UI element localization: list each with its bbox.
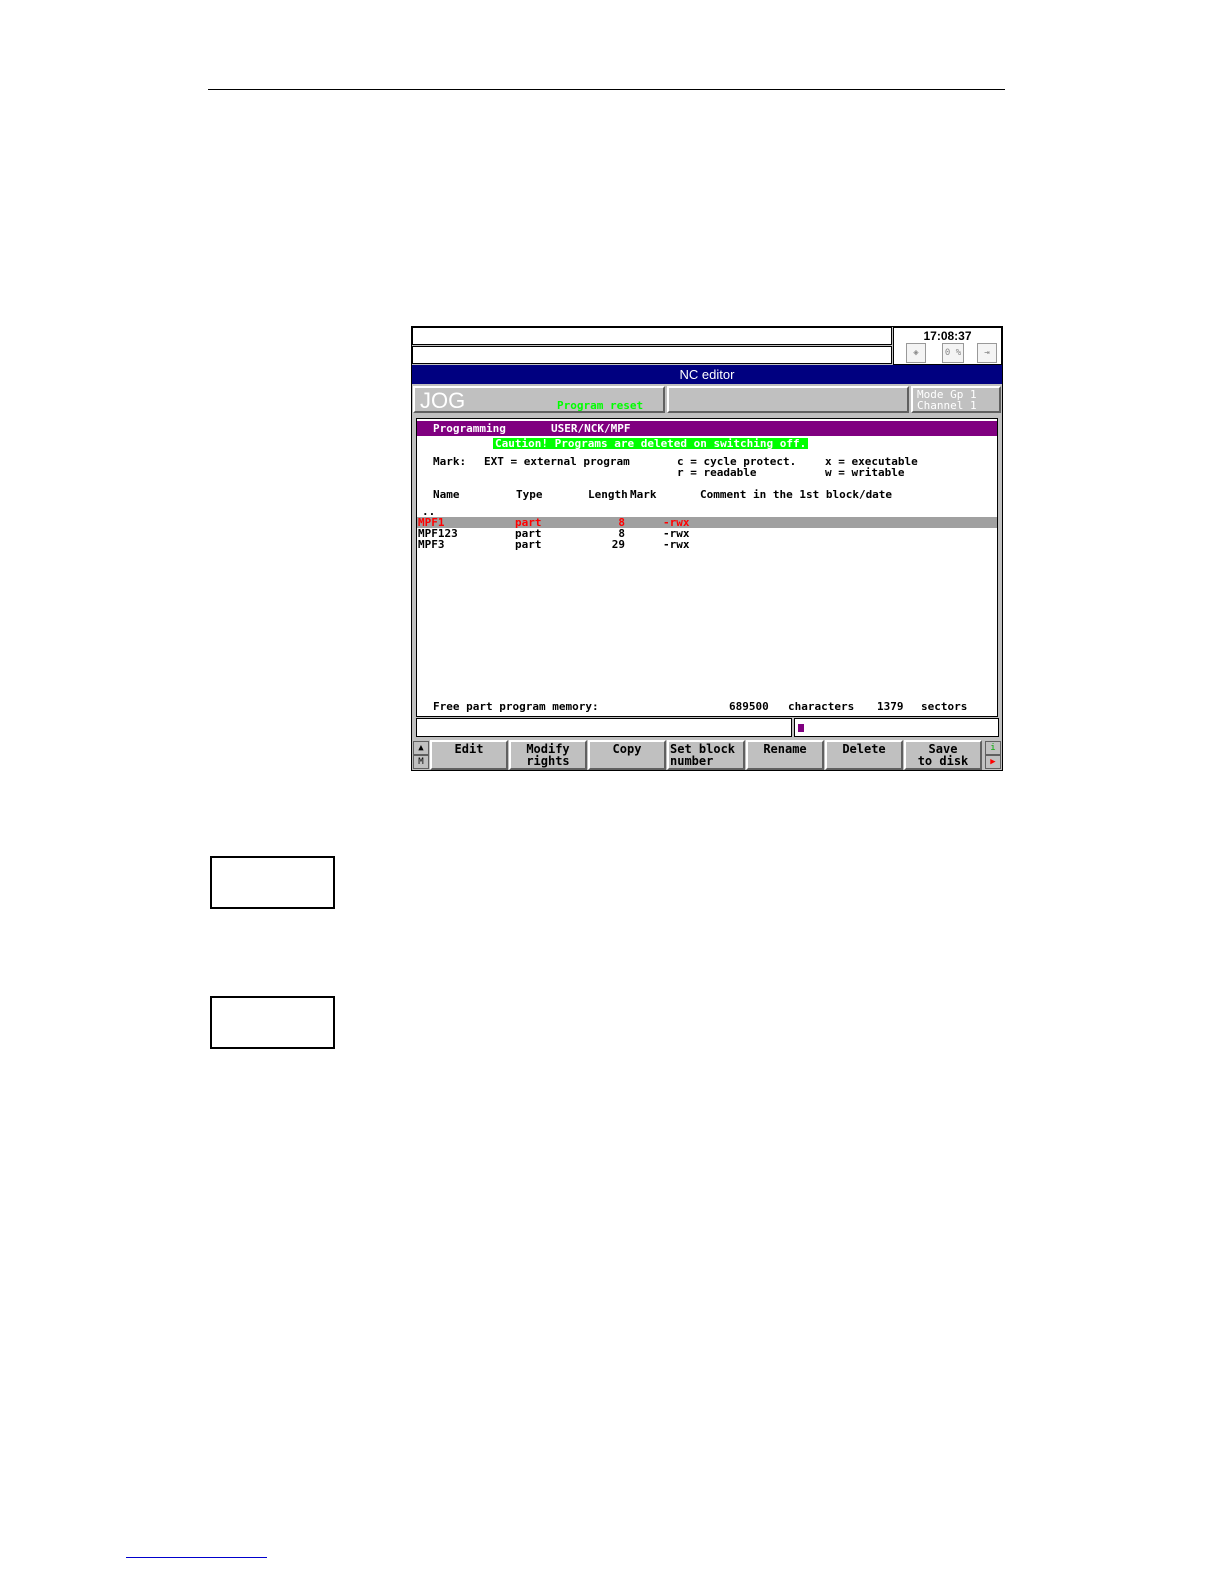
edit-button[interactable]: Edit	[430, 740, 508, 770]
legend-r: r = readable	[677, 466, 757, 479]
percent-icon: 0 %	[942, 343, 964, 363]
memory-characters-unit: characters	[788, 700, 855, 713]
operating-mode: JOG	[420, 388, 466, 413]
column-name: Name	[433, 488, 460, 501]
mode-pane: JOG Program reset	[413, 386, 665, 413]
column-length: Length	[588, 488, 628, 501]
save-to-disk-button[interactable]: Save to disk	[904, 740, 982, 770]
row-mark: -rwx	[663, 538, 690, 551]
mark-label: Mark:	[433, 455, 467, 468]
memory-characters: 689500	[729, 700, 769, 713]
status-box: 17:08:37 ◈ 0 % ⇥	[893, 327, 1002, 365]
directory-path: USER/NCK/MPF	[551, 422, 631, 435]
row-length: 29	[611, 538, 625, 551]
legend-ext: EXT = external program	[484, 455, 630, 468]
page-top-rule	[208, 89, 1005, 90]
rename-button[interactable]: Rename	[746, 740, 824, 770]
memory-sectors: 1379	[877, 700, 904, 713]
column-type: Type	[516, 488, 543, 501]
row-length: 8	[618, 516, 625, 529]
program-status: Program reset	[557, 399, 644, 412]
row-name: MPF3	[418, 538, 445, 551]
table-row[interactable]: MPF1 part 8 -rwx	[417, 517, 997, 528]
input-field[interactable]	[794, 718, 999, 737]
channel-pane: Mode Gp 1 Channel 1	[911, 386, 1001, 413]
channel: Channel 1	[917, 399, 977, 412]
caution-message: Caution! Programs are deleted on switchi…	[493, 437, 809, 450]
table-row[interactable]: MPF123 part 8 -rwx	[417, 528, 997, 539]
mode-bar: JOG Program reset Mode Gp 1 Channel 1	[412, 384, 1002, 416]
window-title: NC editor	[412, 365, 1002, 384]
page-bottom-rule	[126, 1557, 267, 1558]
memory-label: Free part program memory:	[433, 700, 599, 713]
set-block-number-button[interactable]: Set block number	[667, 740, 745, 770]
recall-up-icon[interactable]: ▲	[413, 741, 429, 755]
machine-icon: ◈	[906, 343, 926, 363]
softkey-bar: ▲ M Edit Modify rights Copy Set block nu…	[412, 740, 1002, 770]
program-directory: Programming USER/NCK/MPF Caution! Progra…	[416, 418, 998, 717]
nc-editor-screen: 17:08:37 ◈ 0 % ⇥ NC editor JOG Program r…	[411, 326, 1003, 771]
message-line	[412, 346, 892, 364]
text-cursor	[798, 724, 804, 732]
next-arrow-icon[interactable]: ▶	[985, 755, 1001, 769]
exit-icon: ⇥	[977, 343, 997, 363]
dialog-line	[416, 718, 792, 737]
clock: 17:08:37	[923, 329, 972, 343]
copy-button[interactable]: Copy	[588, 740, 666, 770]
legend-w: w = writable	[825, 466, 905, 479]
key-symbol-box	[210, 856, 335, 909]
column-comment: Comment in the 1st block/date	[700, 488, 893, 501]
info-button[interactable]: i	[985, 741, 1001, 755]
row-type: part	[515, 538, 542, 551]
directory-header: Programming USER/NCK/MPF	[417, 421, 997, 436]
key-symbol-box	[210, 996, 335, 1049]
delete-button[interactable]: Delete	[825, 740, 903, 770]
modify-rights-button[interactable]: Modify rights	[509, 740, 587, 770]
info-pane	[667, 386, 909, 413]
memory-sectors-unit: sectors	[921, 700, 968, 713]
column-mark: Mark	[630, 488, 657, 501]
machine-area-button[interactable]: M	[413, 755, 429, 769]
alarm-line	[412, 327, 892, 345]
table-row[interactable]: MPF3 part 29 -rwx	[417, 539, 997, 550]
area-label: Programming	[433, 422, 506, 435]
